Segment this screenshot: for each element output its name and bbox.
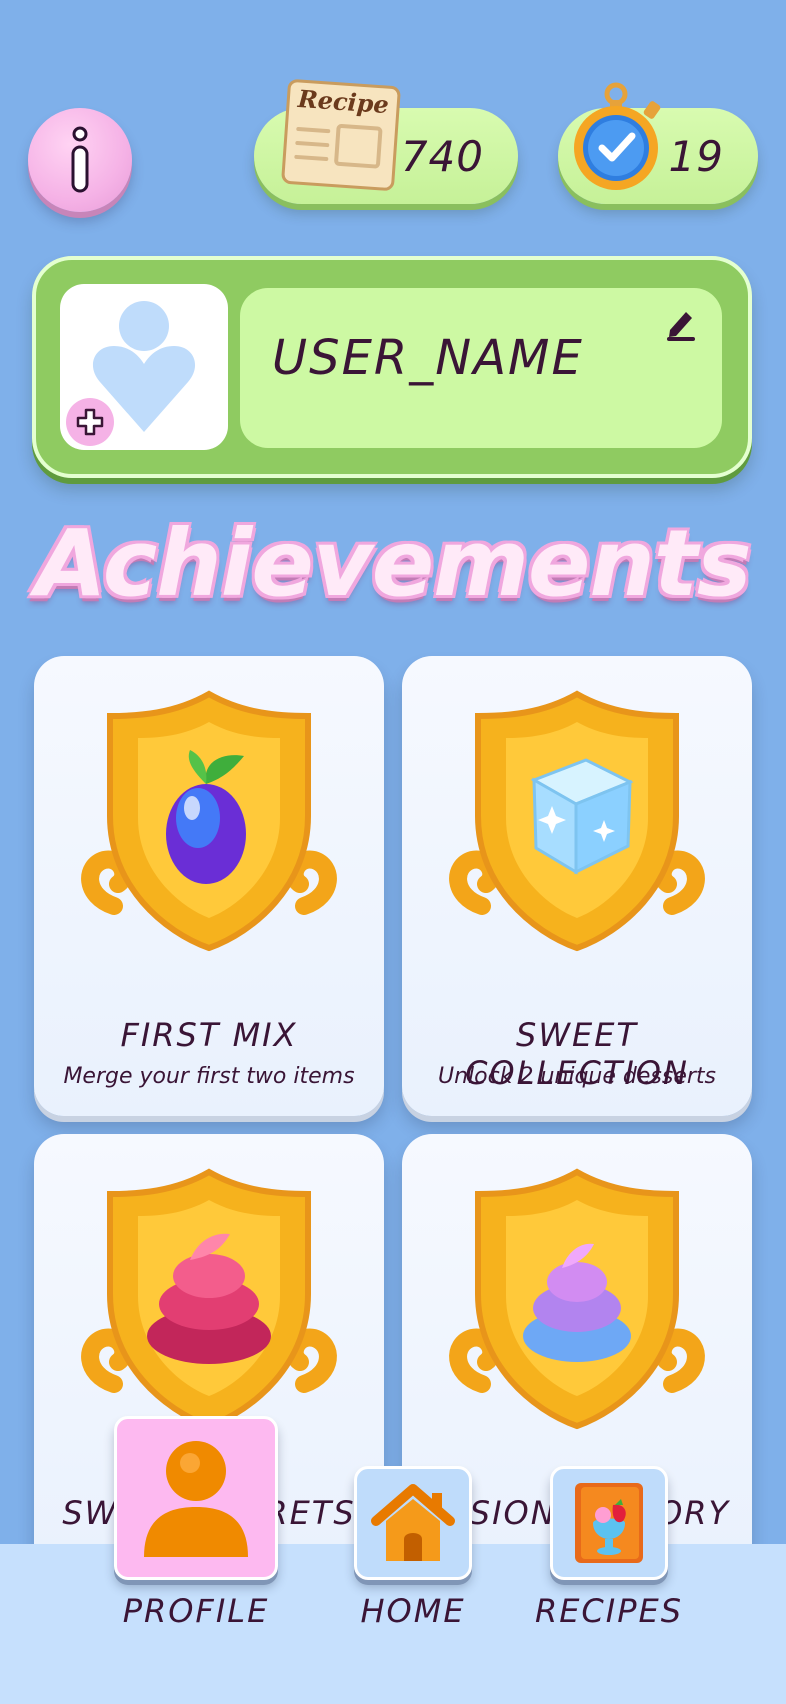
shield-pink-cream-icon	[81, 1168, 337, 1430]
shield-purple-cream-icon	[449, 1168, 705, 1430]
nav-home-label: HOME	[360, 1592, 466, 1630]
achievement-card[interactable]: FIRST MIX Merge your first two items	[34, 656, 384, 1116]
achievement-description: Merge your first two items	[63, 1064, 355, 1089]
achievement-description: Unlock 2 unique desserts	[438, 1064, 716, 1089]
info-icon	[71, 126, 89, 193]
achievements-title: Achievements	[35, 510, 751, 617]
add-avatar-button[interactable]	[66, 398, 114, 446]
nav-recipes-label: RECIPES	[534, 1592, 684, 1630]
recipe-card-icon: Recipe	[281, 79, 401, 191]
nav-profile-label: PROFILE	[122, 1592, 270, 1630]
stopwatch-icon	[574, 82, 661, 190]
home-icon	[371, 1484, 455, 1561]
timer-count: 19	[668, 131, 724, 181]
shield-berry-icon	[81, 690, 337, 952]
achievement-title: FIRST MIX	[120, 1016, 298, 1054]
profile-icon	[144, 1441, 248, 1557]
plus-icon	[76, 408, 104, 436]
username-text: USER_NAME	[272, 330, 584, 386]
shield-sugar-cube-icon	[449, 690, 705, 952]
nav-profile-button[interactable]	[114, 1416, 278, 1580]
info-button[interactable]	[28, 108, 132, 212]
achievement-card[interactable]: SWEET COLLECTION Unlock 2 unique dessert…	[402, 656, 752, 1116]
nav-recipes-button[interactable]	[550, 1466, 668, 1580]
recipe-book-icon	[575, 1483, 643, 1563]
recipe-count: 740	[400, 131, 484, 181]
nav-home-button[interactable]	[354, 1466, 472, 1580]
edit-icon[interactable]	[664, 306, 698, 342]
